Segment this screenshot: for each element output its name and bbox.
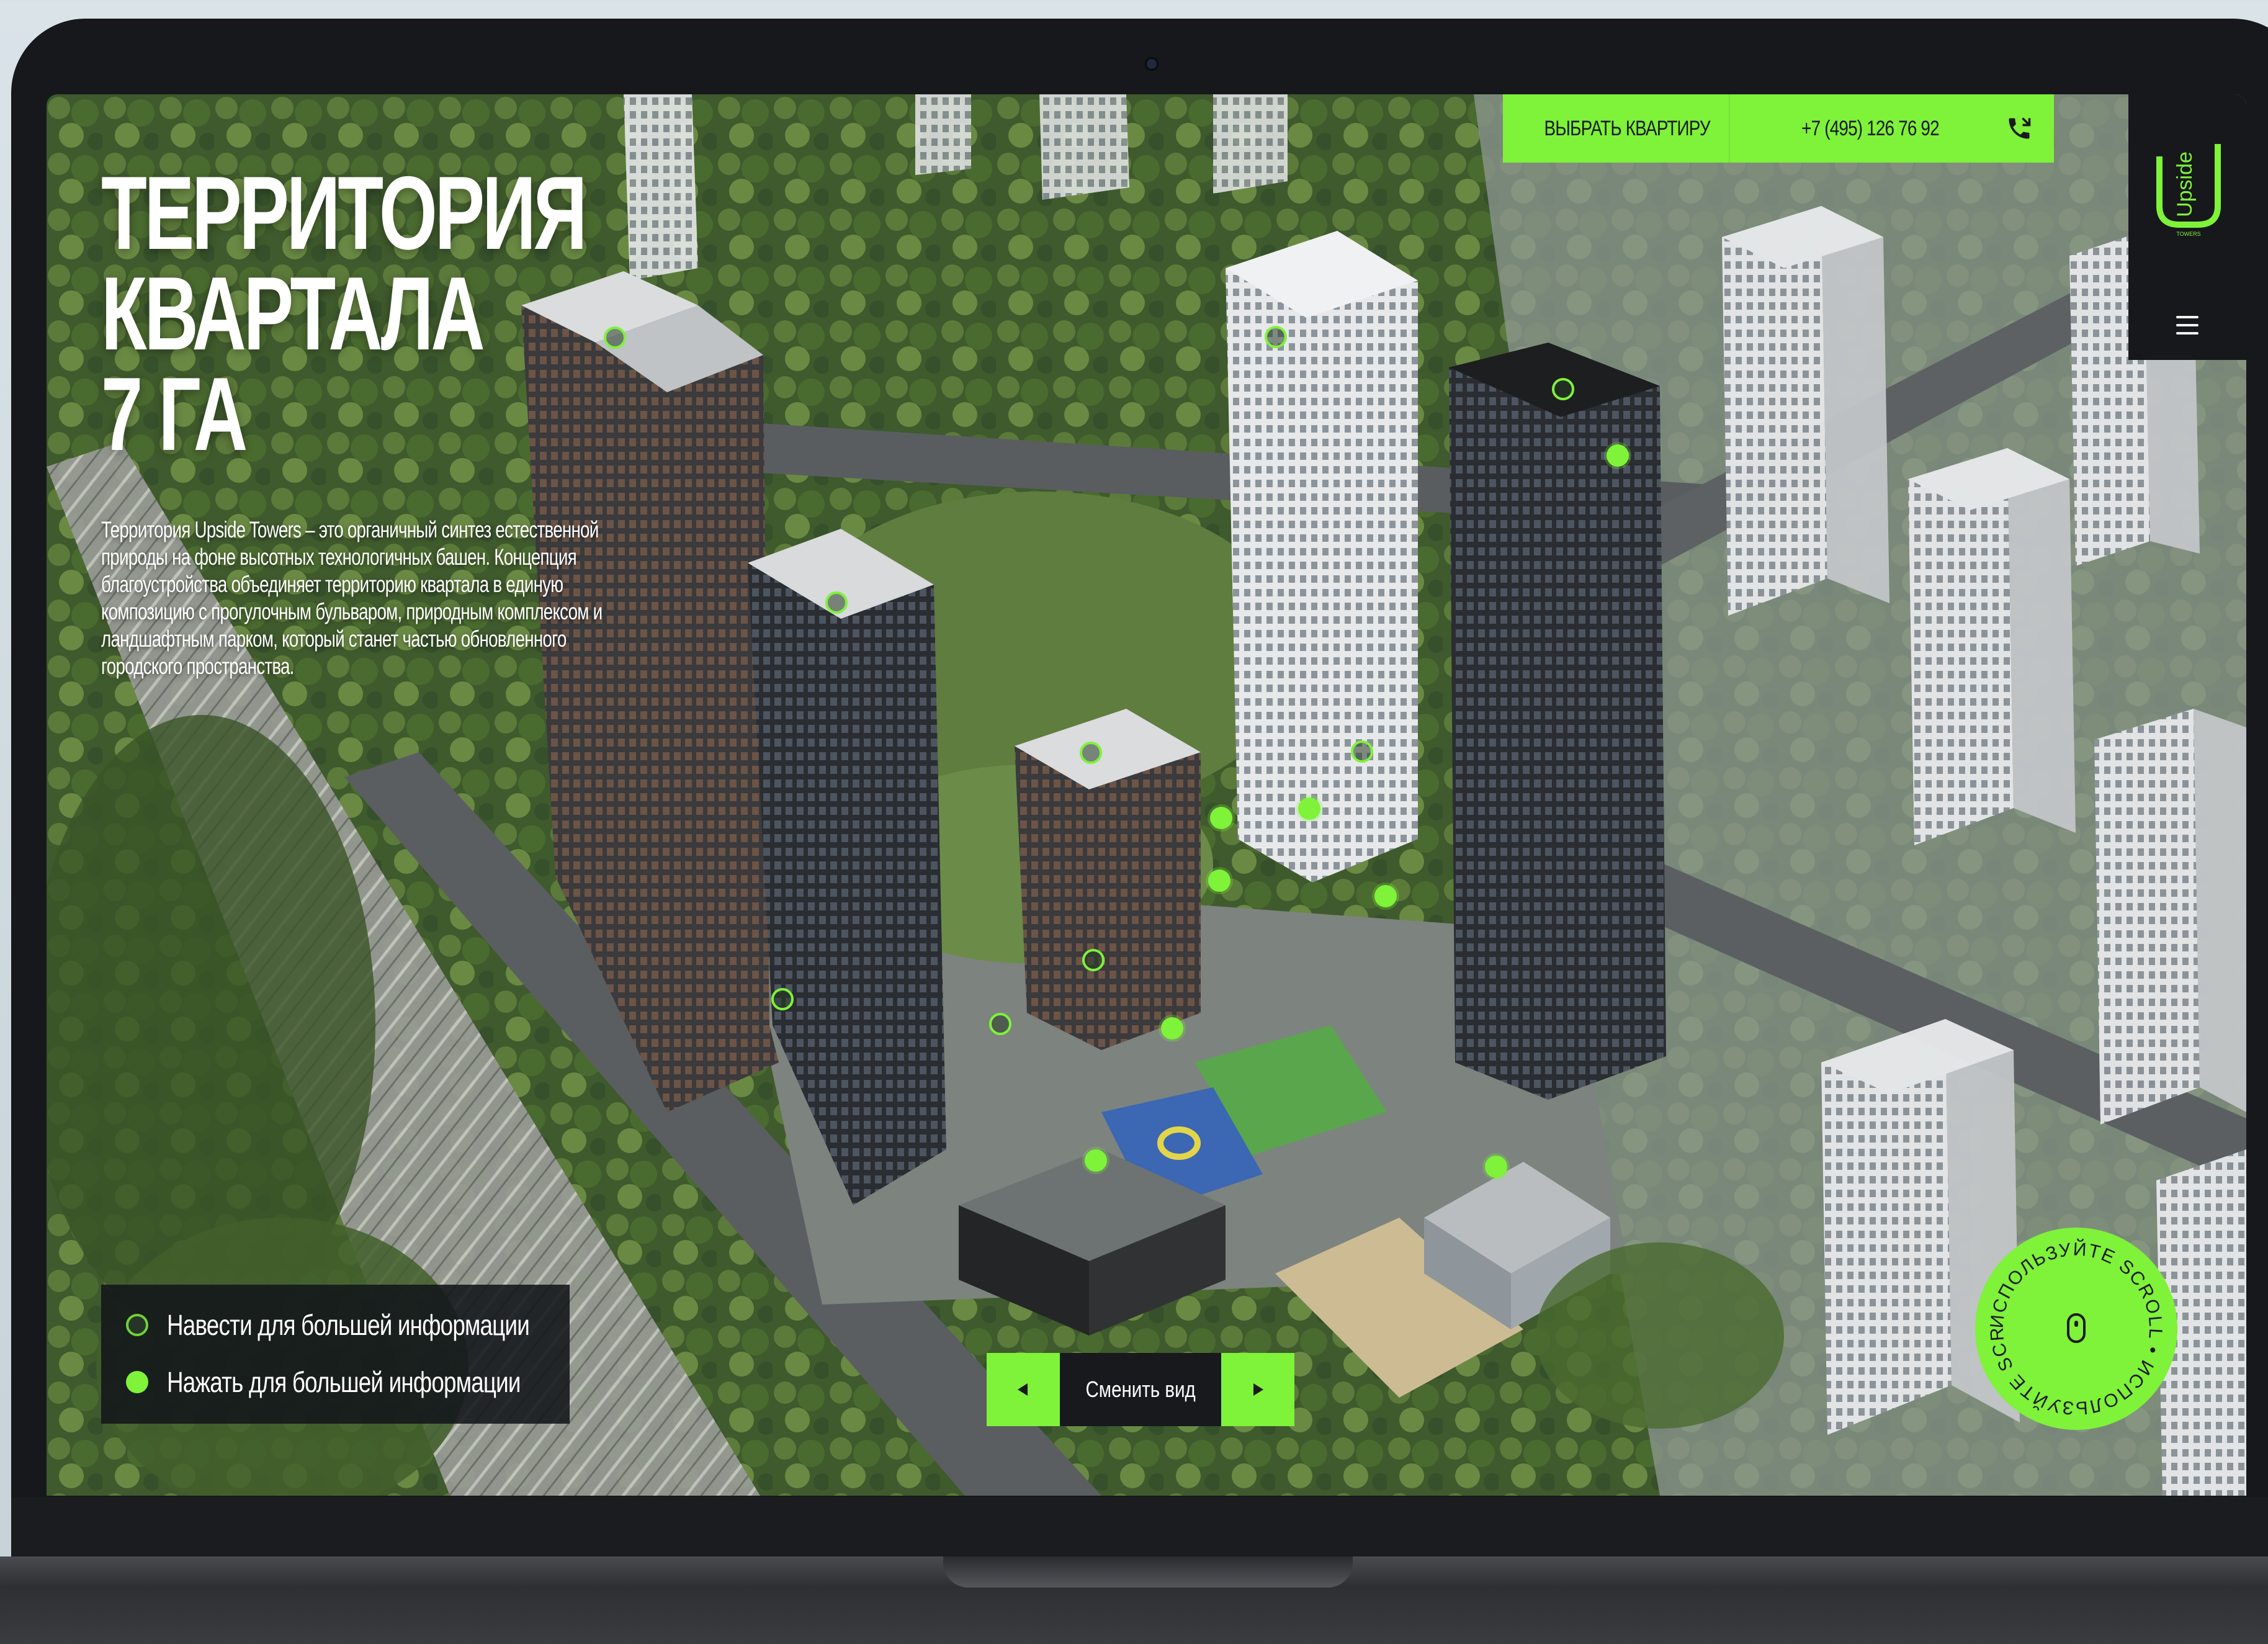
hotspot-kindergarten[interactable] bbox=[1485, 1156, 1507, 1178]
title-line-3: 7 ГА bbox=[101, 356, 248, 472]
choose-apartment-button[interactable]: ВЫБРАТЬ КВАРТИРУ bbox=[1525, 94, 1730, 163]
hotspot-courtyard-3[interactable] bbox=[1208, 869, 1230, 892]
hotspot-boulevard-1[interactable] bbox=[1082, 949, 1105, 971]
side-panel: Upside TOWERS bbox=[2128, 94, 2246, 360]
website-screen: ВЫБРАТЬ КВАРТИРУ +7 (495) 126 76 92 Upsi… bbox=[47, 94, 2246, 1496]
phone-call-button[interactable] bbox=[1988, 94, 2050, 163]
upside-logo[interactable]: Upside TOWERS bbox=[2154, 138, 2223, 237]
laptop-chin bbox=[11, 1497, 2268, 1558]
hotspot-podium-right[interactable] bbox=[1351, 740, 1373, 763]
hotspot-courtyard-1[interactable] bbox=[1210, 807, 1232, 829]
hotspot-boulevard-2[interactable] bbox=[989, 1013, 1011, 1035]
click-dot-icon bbox=[126, 1371, 148, 1393]
hotspot-courtyard-4[interactable] bbox=[1374, 885, 1397, 907]
header-cta-bar: ВЫБРАТЬ КВАРТИРУ +7 (495) 126 76 92 bbox=[1503, 94, 2054, 163]
legend-row-hover: Навести для большей информации bbox=[126, 1308, 620, 1342]
hotspot-tower-5-top[interactable] bbox=[1607, 444, 1629, 467]
hero-description: Территория Upside Towers – это органичны… bbox=[101, 517, 603, 679]
hotspot-sports-field[interactable] bbox=[1161, 1017, 1183, 1040]
phone-number-link[interactable]: +7 (495) 126 76 92 bbox=[1773, 94, 1967, 163]
scroll-hint-badge[interactable]: ИСПОЛЬЗУЙТЕ SCROLL • ИСПОЛЬЗУЙТЕ SCROLL … bbox=[1975, 1228, 2177, 1430]
hotspot-tower-2-roof[interactable] bbox=[825, 591, 848, 614]
hotspot-tower-1-base[interactable] bbox=[771, 988, 794, 1010]
hotspot-tower-4-roof[interactable] bbox=[1265, 326, 1287, 348]
legend-click-label: Нажать для большей информации bbox=[167, 1366, 521, 1398]
hamburger-icon bbox=[2176, 316, 2199, 318]
change-view-text: Сменить вид bbox=[1085, 1377, 1196, 1402]
next-view-button[interactable] bbox=[1221, 1353, 1294, 1426]
hotspot-school[interactable] bbox=[1085, 1149, 1107, 1172]
prev-view-button[interactable] bbox=[987, 1353, 1060, 1426]
webcam bbox=[1145, 57, 1159, 71]
phone-icon bbox=[2009, 117, 2031, 139]
hotspot-legend: Навести для большей информации Нажать дл… bbox=[101, 1285, 570, 1424]
hotspot-courtyard-2[interactable] bbox=[1298, 797, 1320, 820]
triangle-right-icon bbox=[1253, 1383, 1263, 1396]
hover-dot-icon bbox=[126, 1314, 148, 1336]
hamburger-menu-button[interactable] bbox=[2167, 305, 2207, 345]
page-title: ТЕРРИТОРИЯ КВАРТАЛА 7 ГА bbox=[101, 155, 588, 472]
view-switcher: Сменить вид bbox=[987, 1353, 1294, 1426]
triangle-left-icon bbox=[1018, 1383, 1028, 1396]
legend-hover-label: Навести для большей информации bbox=[167, 1309, 530, 1341]
title-line-1: ТЕРРИТОРИЯ bbox=[101, 155, 588, 271]
hotspot-tower-1-roof[interactable] bbox=[604, 326, 626, 349]
title-line-2: КВАРТАЛА bbox=[101, 255, 485, 372]
hotspot-tower-3-roof[interactable] bbox=[1080, 742, 1102, 764]
logo-name: Upside bbox=[2173, 151, 2197, 217]
legend-row-click: Нажать для большей информации bbox=[126, 1365, 609, 1399]
hotspot-tower-5-roof[interactable] bbox=[1552, 378, 1574, 400]
logo-tagline: TOWERS bbox=[2176, 231, 2200, 237]
change-view-label: Сменить вид bbox=[1060, 1353, 1221, 1426]
laptop-notch bbox=[943, 1556, 1353, 1588]
